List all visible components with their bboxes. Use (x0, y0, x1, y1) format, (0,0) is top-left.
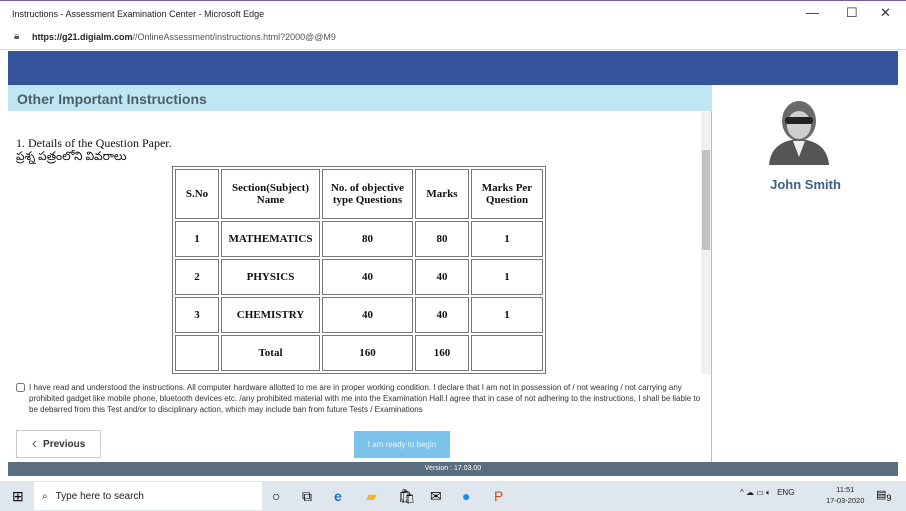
table-cell: PHYSICS (221, 259, 320, 295)
network-icon[interactable]: ☁ (746, 488, 754, 497)
table-cell: 80 (415, 221, 469, 257)
chevron-up-icon[interactable]: ^ (740, 488, 744, 497)
language-indicator[interactable]: ENG (777, 488, 794, 497)
display-icon[interactable]: ▭ (756, 488, 764, 497)
table-cell: 80 (322, 221, 413, 257)
table-cell: 1 (471, 259, 543, 295)
question-paper-table: S.No Section(Subject) Name No. of object… (172, 166, 546, 374)
table-cell: 2 (175, 259, 219, 295)
windows-start-icon[interactable]: ⊞ (12, 488, 24, 505)
table-row-total: Total 160 160 (175, 335, 543, 371)
table-cell: 40 (322, 259, 413, 295)
table-cell: 1 (471, 297, 543, 333)
table-header: Marks (415, 169, 469, 219)
table-cell: 40 (415, 259, 469, 295)
cortana-icon[interactable]: ○ (272, 488, 280, 504)
table-cell: 160 (415, 335, 469, 371)
agreement-text: I have read and understood the instructi… (29, 383, 701, 414)
header-banner (8, 51, 898, 85)
system-tray: ^ ☁ ▭ 🔈︎ ENG (740, 488, 794, 498)
mail-icon[interactable]: ✉ (430, 488, 442, 505)
store-icon[interactable]: 🛍︎ (398, 488, 416, 505)
table-cell: 40 (415, 297, 469, 333)
table-cell (471, 335, 543, 371)
table-header-row: S.No Section(Subject) Name No. of object… (175, 169, 543, 219)
table-cell: 160 (322, 335, 413, 371)
search-icon: ⌕ (42, 490, 48, 502)
table-header: No. of objective type Questions (322, 169, 413, 219)
version-footer: Version : 17.03.00 (8, 462, 898, 476)
chevron-left-icon: ‹ (31, 435, 38, 452)
lock-icon: 🔒︎ (14, 31, 20, 42)
table-row: 1 MATHEMATICS 80 80 1 (175, 221, 543, 257)
profile-panel (713, 85, 898, 462)
previous-label: Previous (43, 438, 86, 450)
minimize-icon[interactable]: — (806, 5, 819, 20)
url-host: https://g21.digialm.com (32, 32, 133, 42)
table-row: 3 CHEMISTRY 40 40 1 (175, 297, 543, 333)
table-cell: Total (221, 335, 320, 371)
taskbar-search[interactable]: ⌕ Type here to search (34, 482, 262, 510)
table-cell: 1 (471, 221, 543, 257)
table-cell: CHEMISTRY (221, 297, 320, 333)
table-cell: 3 (175, 297, 219, 333)
scrollbar-thumb[interactable] (702, 150, 710, 250)
edge-icon[interactable]: e (334, 488, 342, 504)
app-icon[interactable]: ● (462, 488, 470, 504)
user-avatar-icon (769, 101, 829, 165)
search-placeholder: Type here to search (55, 490, 144, 502)
content-heading-telugu: ప్రశ్న పత్రంలోని వివరాలు (16, 149, 127, 163)
clock-date: 17-03-2020 (826, 496, 865, 505)
table-header: Section(Subject) Name (221, 169, 320, 219)
candidate-name: John Smith (770, 177, 841, 192)
close-icon[interactable]: ✕ (880, 5, 891, 21)
previous-button[interactable]: ‹ Previous (16, 430, 101, 458)
clock[interactable]: 11:51 17-03-2020 (826, 484, 864, 506)
table-cell: 1 (175, 221, 219, 257)
maximize-icon[interactable]: ☐ (846, 5, 858, 21)
file-explorer-icon[interactable]: ▰ (366, 488, 377, 505)
agreement: I have read and understood the instructi… (16, 382, 706, 415)
clock-time: 11:51 (836, 485, 855, 494)
instructions-content: 1. Details of the Question Paper. ప్రశ్న… (16, 112, 700, 374)
ready-to-begin-button[interactable]: I am ready to begin (354, 431, 450, 458)
window-title: Instructions - Assessment Examination Ce… (12, 9, 265, 19)
table-cell: 40 (322, 297, 413, 333)
address-bar[interactable]: 🔒︎ https://g21.digialm.com//OnlineAssess… (0, 26, 906, 50)
table-row: 2 PHYSICS 40 40 1 (175, 259, 543, 295)
table-header: Marks Per Question (471, 169, 543, 219)
table-cell: MATHEMATICS (221, 221, 320, 257)
notifications-icon[interactable]: ▤9 (876, 488, 892, 503)
section-title: Other Important Instructions (8, 85, 712, 111)
task-view-icon[interactable]: ⧉ (302, 488, 312, 505)
notification-count: 9 (886, 493, 892, 504)
volume-icon[interactable]: 🔈︎ (766, 488, 771, 497)
url-path: //OnlineAssessment/instructions.html?200… (132, 32, 336, 42)
table-cell (175, 335, 219, 371)
table-header: S.No (175, 169, 219, 219)
powerpoint-icon[interactable]: P (494, 488, 503, 504)
agree-checkbox[interactable] (16, 383, 25, 392)
window-titlebar: Instructions - Assessment Examination Ce… (0, 0, 906, 26)
